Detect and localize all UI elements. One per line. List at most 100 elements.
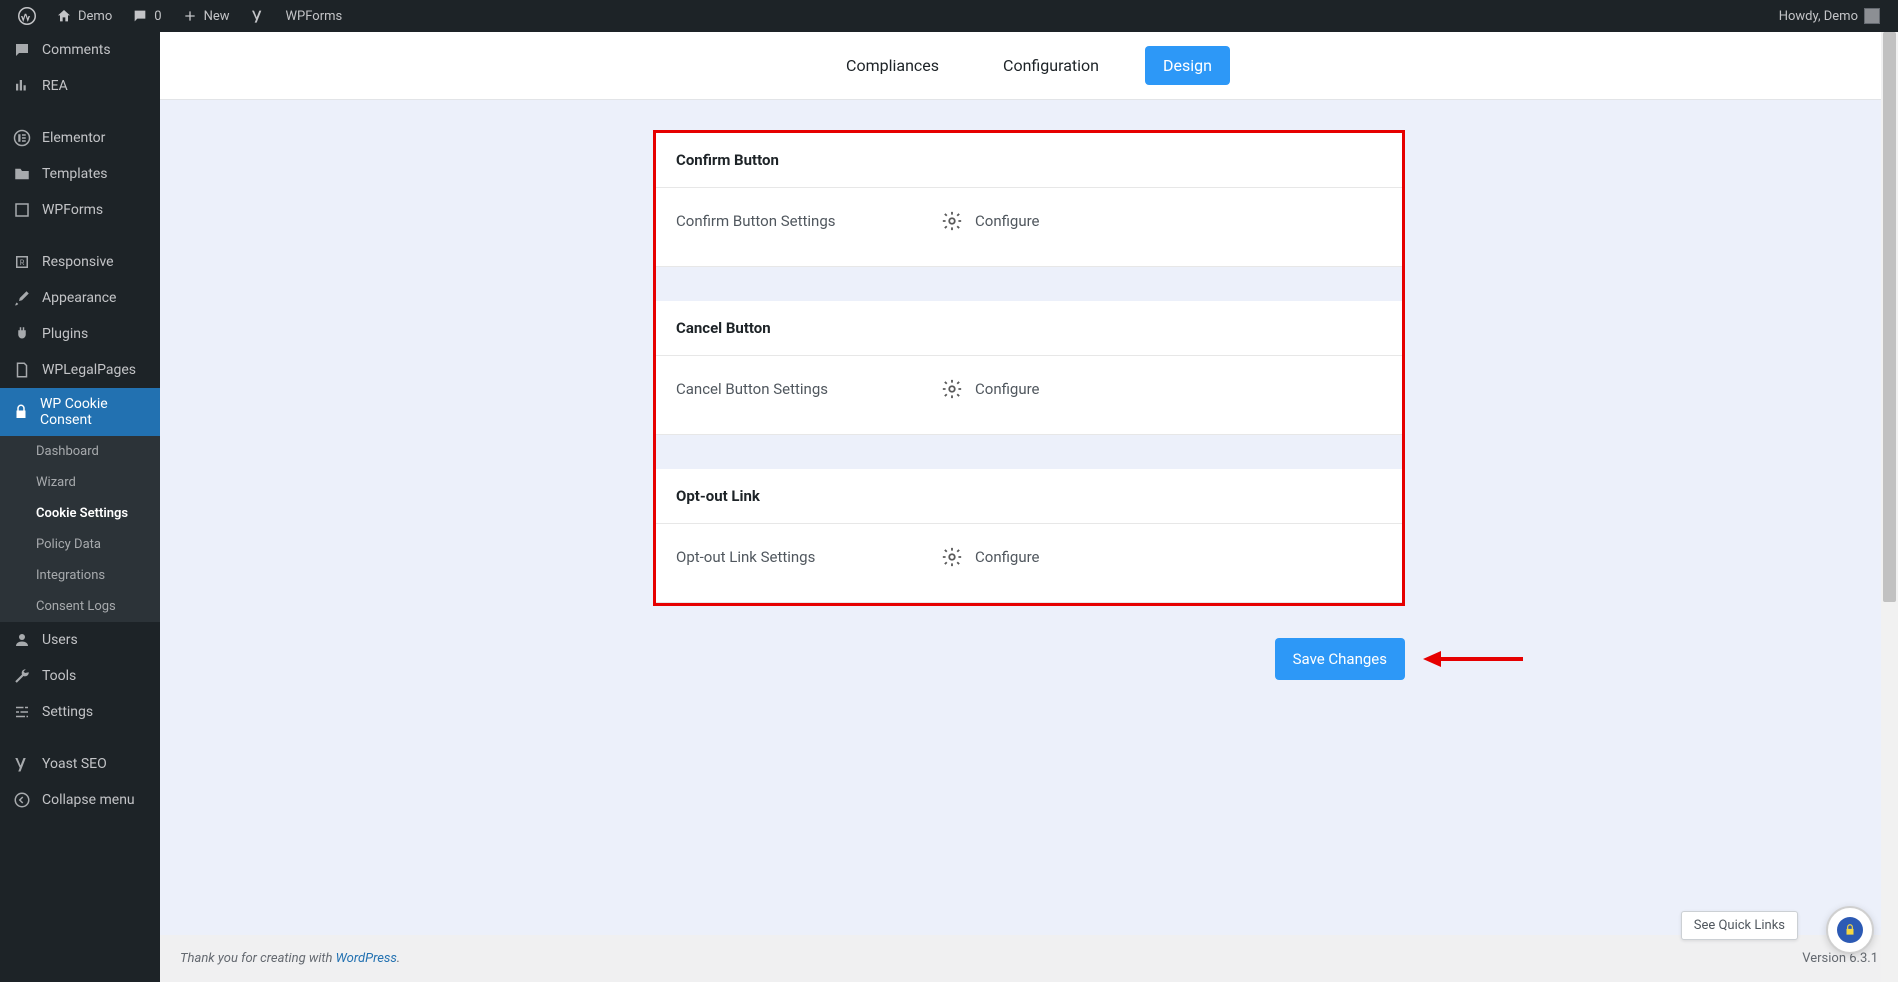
sidebar-item-rea[interactable]: REA [0, 68, 160, 104]
wordpress-link[interactable]: WordPress [336, 951, 397, 966]
sidebar-item-label: Appearance [42, 290, 116, 306]
section-title: Cancel Button [656, 301, 1402, 356]
configure-label: Configure [975, 212, 1040, 230]
comments-link[interactable]: 0 [122, 0, 171, 32]
plus-icon [182, 8, 198, 24]
yoast-icon [250, 8, 266, 24]
submenu-consent-logs[interactable]: Consent Logs [0, 591, 160, 622]
sidebar-item-users[interactable]: Users [0, 622, 160, 658]
sidebar-item-label: Users [42, 632, 78, 648]
admin-bar-right[interactable]: Howdy, Demo [1779, 8, 1890, 24]
submenu: Dashboard Wizard Cookie Settings Policy … [0, 436, 160, 622]
gear-icon [941, 546, 963, 568]
configure-label: Configure [975, 548, 1040, 566]
save-row: Save Changes [653, 638, 1405, 680]
sidebar-item-label: REA [42, 78, 68, 94]
sidebar-item-label: Settings [42, 704, 93, 720]
section-opt-out-link: Opt-out Link Opt-out Link Settings Confi… [656, 469, 1402, 603]
sidebar-item-label: Plugins [42, 326, 88, 342]
admin-sidebar: Comments REA Elementor Templates WPForms… [0, 32, 160, 982]
footer-thanks: Thank you for creating with WordPress. [180, 951, 400, 966]
sidebar-item-label: WPLegalPages [42, 362, 136, 378]
submenu-cookie-settings[interactable]: Cookie Settings [0, 498, 160, 529]
scrollbar-thumb[interactable] [1883, 32, 1896, 602]
section-cancel-button: Cancel Button Cancel Button Settings Con… [656, 301, 1402, 435]
section-title: Confirm Button [656, 133, 1402, 188]
wpforms-label: WPForms [286, 9, 343, 24]
section-confirm-button: Confirm Button Confirm Button Settings C… [656, 133, 1402, 267]
sidebar-item-yoast[interactable]: Yoast SEO [0, 746, 160, 782]
wrench-icon [12, 666, 32, 686]
section-title: Opt-out Link [656, 469, 1402, 524]
sidebar-item-elementor[interactable]: Elementor [0, 120, 160, 156]
site-name-link[interactable]: Demo [46, 0, 122, 32]
admin-footer: Thank you for creating with WordPress. V… [160, 935, 1898, 982]
new-link[interactable]: New [172, 0, 240, 32]
submenu-policy-data[interactable]: Policy Data [0, 529, 160, 560]
sidebar-item-tools[interactable]: Tools [0, 658, 160, 694]
lock-badge-icon [1837, 917, 1863, 943]
home-icon [56, 8, 72, 24]
submenu-dashboard[interactable]: Dashboard [0, 436, 160, 467]
tab-configuration[interactable]: Configuration [985, 46, 1117, 85]
responsive-icon: R [12, 252, 32, 272]
sidebar-item-label: Comments [42, 42, 111, 58]
configure-opt-out-link[interactable]: Configure [941, 546, 1040, 568]
float-badge[interactable] [1826, 906, 1874, 954]
footer-version: Version 6.3.1 [1802, 951, 1878, 966]
lock-icon [12, 402, 30, 422]
gear-icon [941, 378, 963, 400]
forms-icon [12, 200, 32, 220]
submenu-wizard[interactable]: Wizard [0, 467, 160, 498]
sidebar-item-label: Tools [42, 668, 76, 684]
sidebar-item-wpforms[interactable]: WPForms [0, 192, 160, 228]
sidebar-item-label: Responsive [42, 254, 114, 270]
sidebar-item-templates[interactable]: Templates [0, 156, 160, 192]
gear-icon [941, 210, 963, 232]
submenu-integrations[interactable]: Integrations [0, 560, 160, 591]
sidebar-item-plugins[interactable]: Plugins [0, 316, 160, 352]
setting-label: Confirm Button Settings [676, 212, 901, 230]
yoast-icon [12, 754, 32, 774]
scrollbar[interactable] [1881, 32, 1898, 982]
annotation-arrow-icon [1423, 647, 1523, 671]
save-changes-button[interactable]: Save Changes [1275, 638, 1405, 680]
chart-icon [12, 76, 32, 96]
quick-links-button[interactable]: See Quick Links [1681, 911, 1798, 940]
configure-confirm-button[interactable]: Configure [941, 210, 1040, 232]
setting-label: Cancel Button Settings [676, 380, 901, 398]
sidebar-item-label: Elementor [42, 130, 105, 146]
annotation-highlight-box: Confirm Button Confirm Button Settings C… [653, 130, 1405, 606]
avatar [1864, 8, 1880, 24]
sidebar-item-label: WPForms [42, 202, 103, 218]
elementor-icon [12, 128, 32, 148]
wp-logo[interactable] [8, 0, 46, 32]
collapse-icon [12, 790, 32, 810]
brush-icon [12, 288, 32, 308]
tab-compliances[interactable]: Compliances [828, 46, 957, 85]
plug-icon [12, 324, 32, 344]
svg-text:R: R [20, 258, 25, 267]
sidebar-item-settings[interactable]: Settings [0, 694, 160, 730]
tab-design[interactable]: Design [1145, 46, 1230, 85]
user-icon [12, 630, 32, 650]
main-content: Compliances Configuration Design Confirm… [160, 32, 1898, 982]
comment-icon [12, 40, 32, 60]
sidebar-item-label: WP Cookie Consent [40, 396, 148, 428]
site-name: Demo [78, 9, 112, 24]
howdy-text: Howdy, Demo [1779, 9, 1858, 24]
sliders-icon [12, 702, 32, 722]
configure-cancel-button[interactable]: Configure [941, 378, 1040, 400]
new-label: New [204, 9, 230, 24]
wpforms-toolbar[interactable]: WPForms [276, 0, 353, 32]
sidebar-item-responsive[interactable]: R Responsive [0, 244, 160, 280]
sidebar-item-comments[interactable]: Comments [0, 32, 160, 68]
yoast-toolbar[interactable] [240, 0, 276, 32]
sidebar-collapse[interactable]: Collapse menu [0, 782, 160, 818]
sidebar-item-appearance[interactable]: Appearance [0, 280, 160, 316]
folder-icon [12, 164, 32, 184]
sidebar-item-wp-cookie-consent[interactable]: WP Cookie Consent [0, 388, 160, 436]
sidebar-item-wplegalpages[interactable]: WPLegalPages [0, 352, 160, 388]
wordpress-icon [18, 7, 36, 25]
panel-area: Confirm Button Confirm Button Settings C… [160, 100, 1898, 935]
